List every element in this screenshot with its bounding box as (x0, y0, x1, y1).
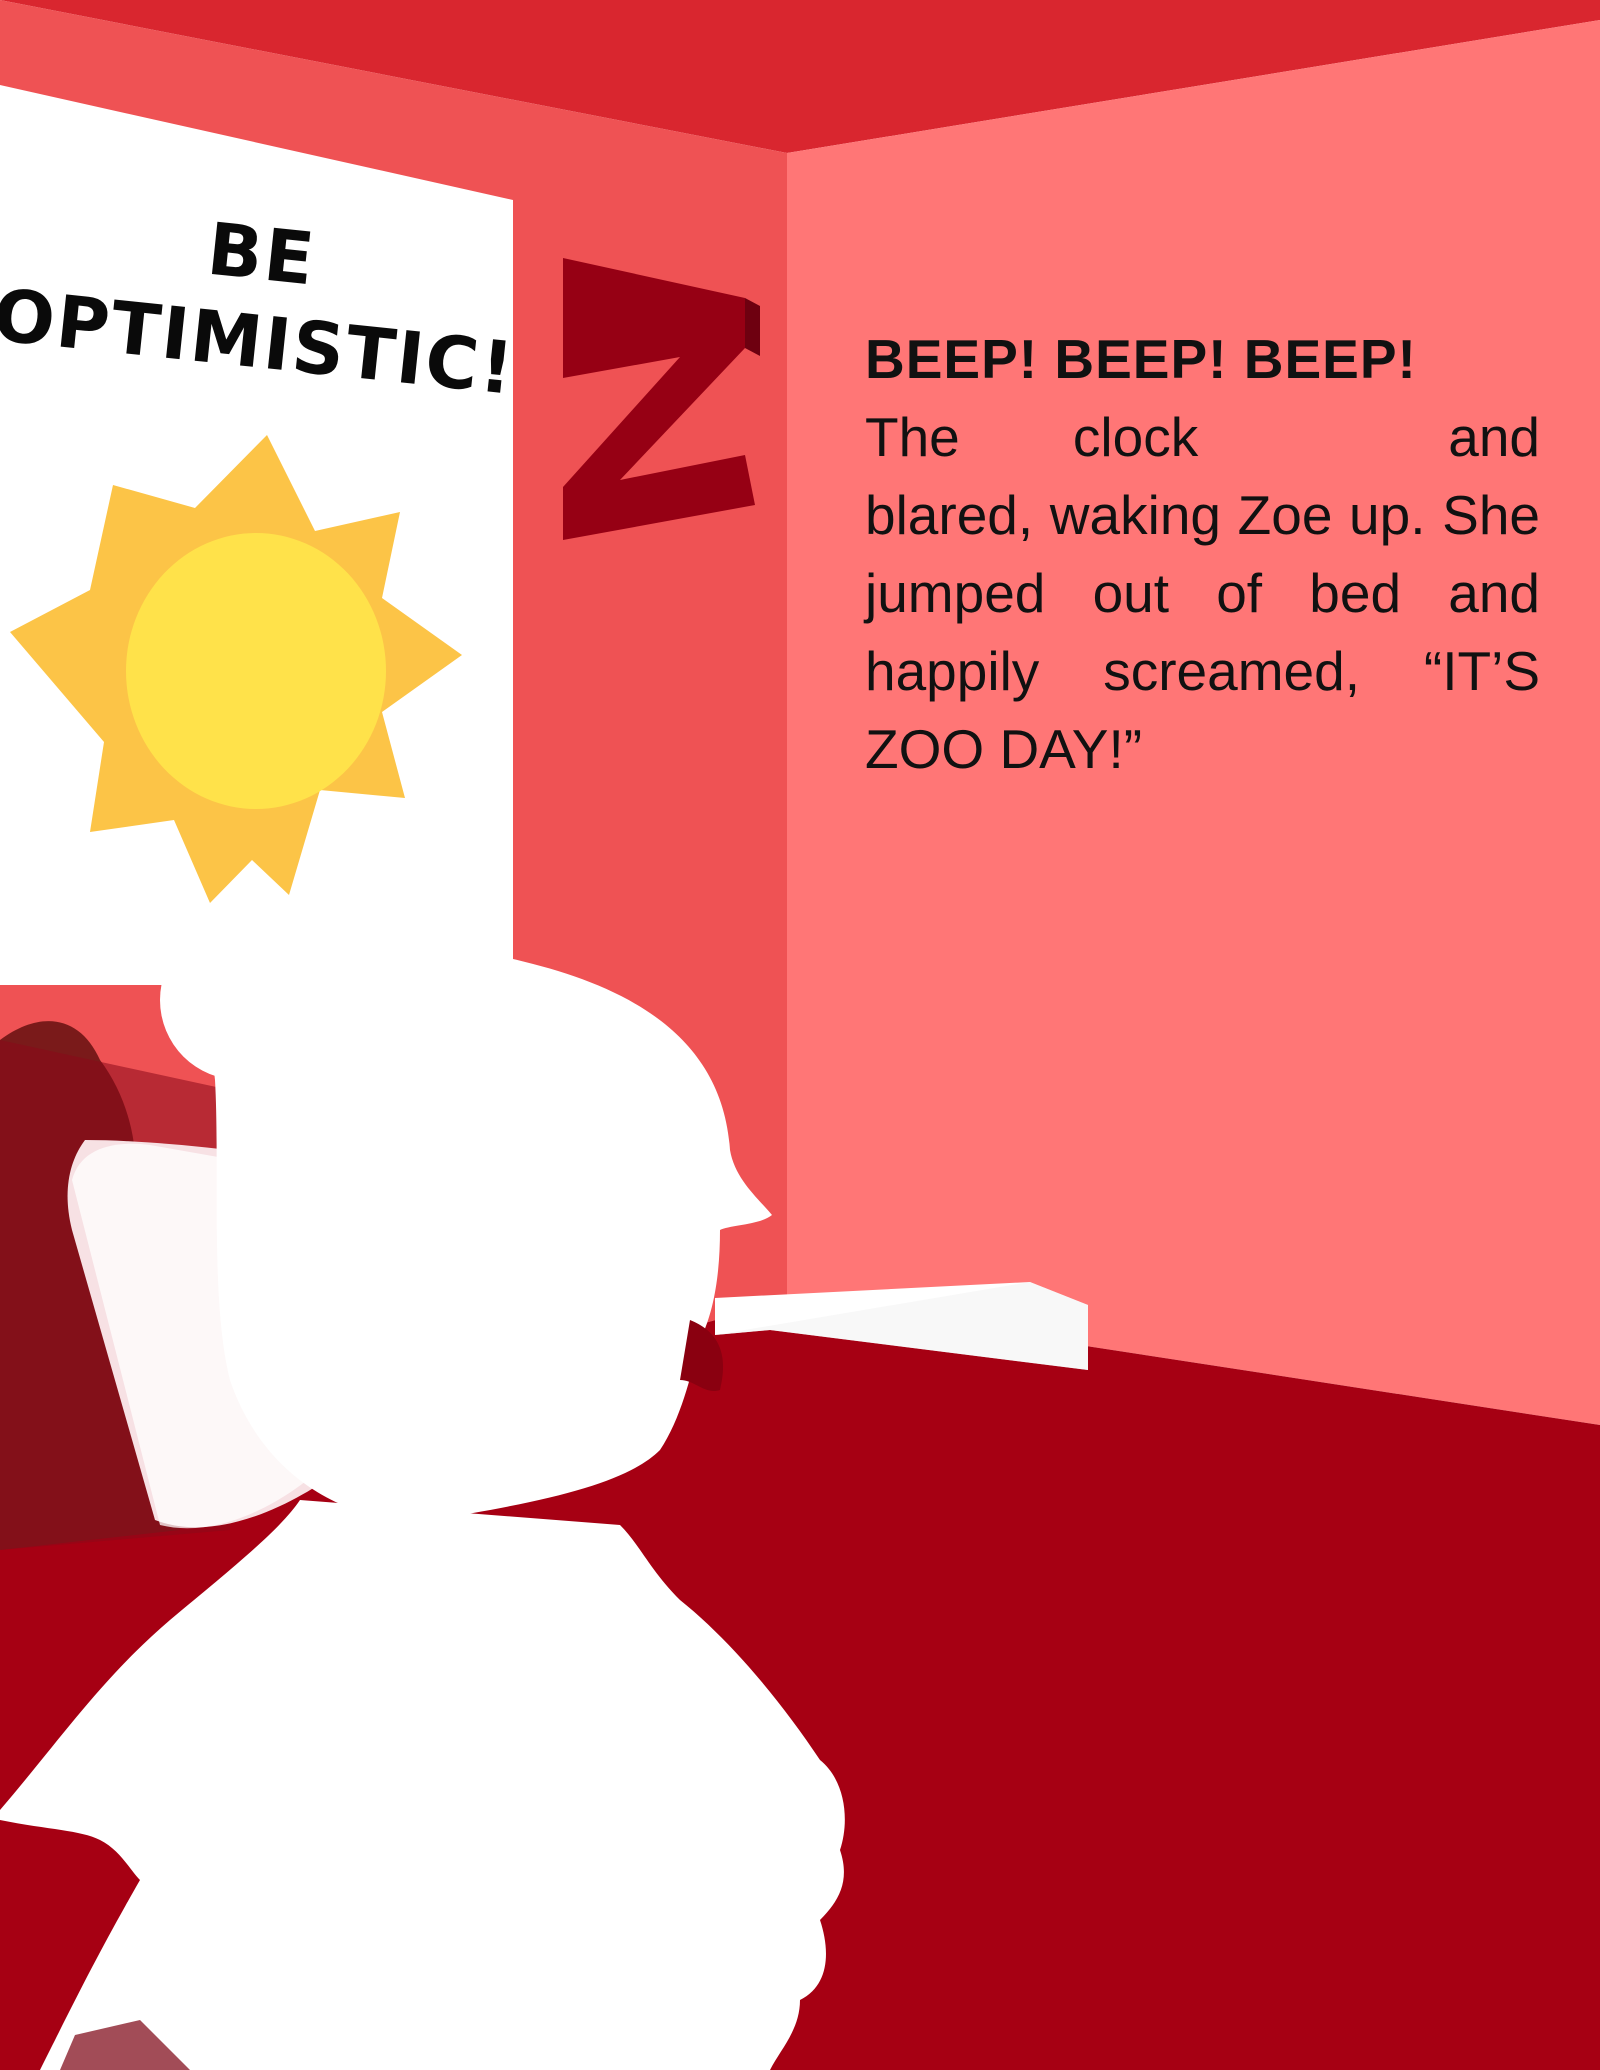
story-paragraph: BEEP! BEEP! BEEP! The clock and blared, w… (865, 320, 1540, 788)
story-sentence-start: The clock (865, 406, 1199, 468)
bedroom-scene: BE OPTIMISTIC! BEEP! BEEP! BEEP! The clo… (0, 0, 1600, 2070)
alarm-sound-text: BEEP! BEEP! BEEP! (865, 328, 1417, 390)
